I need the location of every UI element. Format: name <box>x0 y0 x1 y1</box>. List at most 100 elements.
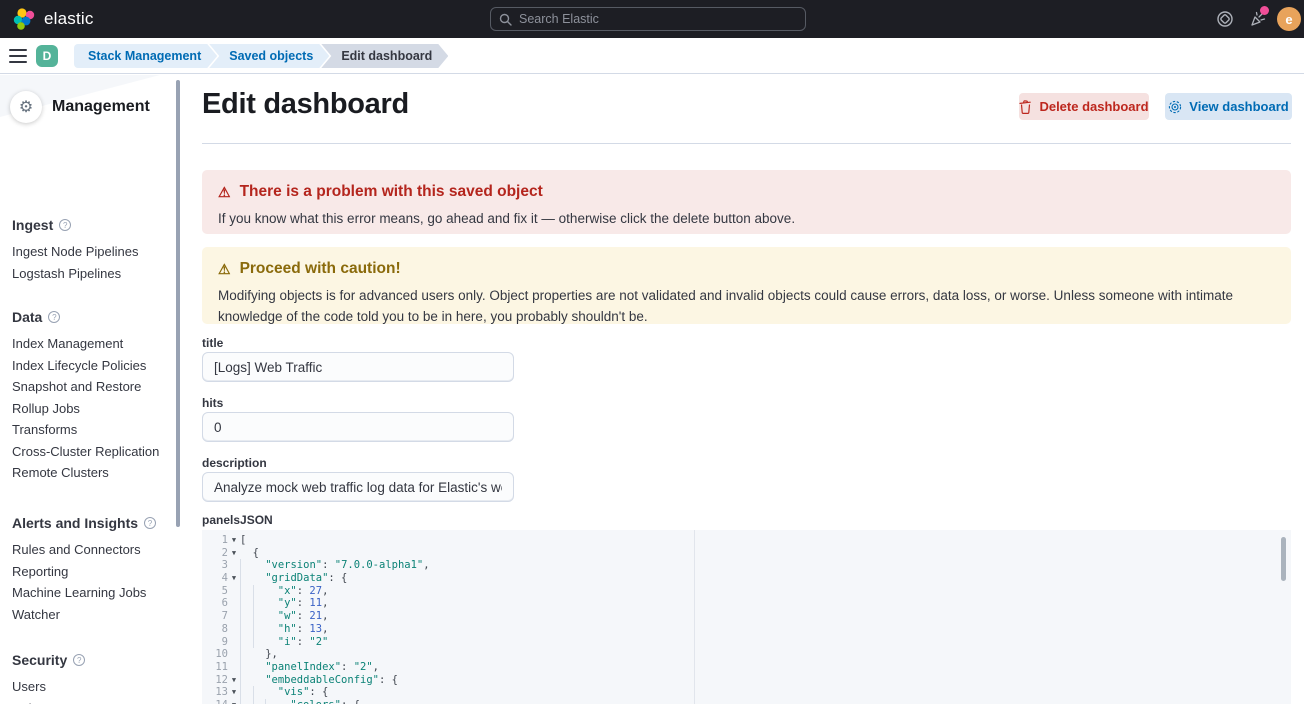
title-field[interactable] <box>202 352 514 382</box>
elastic-logo-icon[interactable] <box>13 8 37 30</box>
fold-arrow-icon[interactable]: ▼ <box>228 534 240 547</box>
sidebar-item-roles[interactable]: Roles <box>12 698 172 704</box>
space-badge[interactable]: D <box>36 45 58 67</box>
fold-gutter <box>228 636 240 649</box>
sidebar-item-remote-clusters[interactable]: Remote Clusters <box>12 462 172 484</box>
menu-hamburger-icon[interactable] <box>9 49 27 63</box>
warning-callout-title: Proceed with caution! <box>240 260 401 278</box>
fold-gutter <box>228 623 240 636</box>
delete-dashboard-label: Delete dashboard <box>1039 99 1148 114</box>
sidebar-item-snapshot-and-restore[interactable]: Snapshot and Restore <box>12 376 172 398</box>
search-placeholder: Search Elastic <box>519 12 599 26</box>
hits-field-label: hits <box>202 396 223 410</box>
help-icon[interactable] <box>1216 10 1234 28</box>
sidebar-section-alerts-and-insights: Alerts and Insights?Rules and Connectors… <box>12 513 172 625</box>
question-circle-icon[interactable]: ? <box>59 219 71 231</box>
line-number: 9 <box>202 636 228 649</box>
sidebar-item-machine-learning-jobs[interactable]: Machine Learning Jobs <box>12 582 172 604</box>
code-line[interactable]: 14▼"colors": { <box>202 699 1291 704</box>
sidebar-item-logstash-pipelines[interactable]: Logstash Pipelines <box>12 263 172 285</box>
description-field-label: description <box>202 456 267 470</box>
view-dashboard-button[interactable]: View dashboard <box>1165 93 1292 120</box>
fold-gutter <box>228 610 240 623</box>
sidebar-section-ingest: Ingest? Ingest Node PipelinesLogstash Pip… <box>12 215 172 284</box>
code-text: "vis": { <box>240 686 1291 699</box>
code-line[interactable]: 2▼{ <box>202 547 1291 560</box>
code-text: "gridData": { <box>240 572 1291 585</box>
title-field-label: title <box>202 336 223 350</box>
line-number: 13 <box>202 686 228 699</box>
code-line[interactable]: 11 "panelIndex": "2", <box>202 661 1291 674</box>
code-line[interactable]: 6"y": 11, <box>202 597 1291 610</box>
sidebar-item-cross-cluster-replication[interactable]: Cross-Cluster Replication <box>12 441 172 463</box>
fold-arrow-icon[interactable]: ▼ <box>228 547 240 560</box>
code-line[interactable]: 10}, <box>202 648 1291 661</box>
sidebar-section-title: Security? <box>12 650 172 670</box>
code-line[interactable]: 4▼"gridData": { <box>202 572 1291 585</box>
code-line[interactable]: 8 "h": 13, <box>202 623 1291 636</box>
sidebar-item-index-management[interactable]: Index Management <box>12 333 172 355</box>
line-number: 8 <box>202 623 228 636</box>
code-line[interactable]: 7"w": 21, <box>202 610 1291 623</box>
warning-icon: ⚠ <box>218 262 231 276</box>
breadcrumb-stack-management[interactable]: Stack Management <box>74 44 217 68</box>
code-line[interactable]: 12▼"embeddableConfig": { <box>202 674 1291 687</box>
user-avatar[interactable]: e <box>1277 7 1301 31</box>
code-text: "embeddableConfig": { <box>240 674 1291 687</box>
panelsjson-field-label: panelsJSON <box>202 513 273 527</box>
management-sidebar: ⚙ Management Ingest?Ingest Node Pipeline… <box>0 75 190 704</box>
page-title: Edit dashboard <box>202 88 409 121</box>
line-number: 11 <box>202 661 228 674</box>
sidebar-item-rollup-jobs[interactable]: Rollup Jobs <box>12 398 172 420</box>
sidebar-item-rules-and-connectors[interactable]: Rules and Connectors <box>12 539 172 561</box>
breadcrumb-saved-objects[interactable]: Saved objects <box>209 44 329 68</box>
sidebar-item-reporting[interactable]: Reporting <box>12 561 172 583</box>
sidebar-title: Management <box>52 98 150 116</box>
sidebar-section-title: Ingest? <box>12 215 172 235</box>
header-divider <box>202 143 1291 144</box>
description-field[interactable] <box>202 472 514 502</box>
search-icon <box>499 13 512 26</box>
error-callout: ⚠ There is a problem with this saved obj… <box>202 170 1291 234</box>
fold-arrow-icon[interactable]: ▼ <box>228 686 240 699</box>
fold-arrow-icon[interactable]: ▼ <box>228 674 240 687</box>
editor-scrollbar[interactable] <box>1281 537 1286 581</box>
fold-arrow-icon[interactable]: ▼ <box>228 699 240 704</box>
code-text: "colors": { <box>240 699 1291 704</box>
fold-gutter <box>228 559 240 572</box>
sidebar-item-watcher[interactable]: Watcher <box>12 604 172 626</box>
view-dashboard-label: View dashboard <box>1189 99 1288 114</box>
app-header: elastic Search Elastic e <box>0 0 1304 38</box>
alert-icon: ⚠ <box>218 185 231 199</box>
fold-gutter <box>228 597 240 610</box>
code-line[interactable]: 5"x": 27, <box>202 585 1291 598</box>
global-search-input[interactable]: Search Elastic <box>490 7 806 31</box>
delete-dashboard-button[interactable]: Delete dashboard <box>1019 93 1149 120</box>
sidebar-item-index-lifecycle-policies[interactable]: Index Lifecycle Policies <box>12 355 172 377</box>
question-circle-icon[interactable]: ? <box>73 654 85 666</box>
sidebar-section-data: Data?Index ManagementIndex Lifecycle Pol… <box>12 307 172 484</box>
code-text: }, <box>240 648 1291 661</box>
sidebar-item-ingest-node-pipelines[interactable]: Ingest Node Pipelines <box>12 241 172 263</box>
code-text: "y": 11, <box>240 597 1291 610</box>
code-line[interactable]: 1▼[ <box>202 534 1291 547</box>
code-text: "h": 13, <box>240 623 1291 636</box>
code-text: "panelIndex": "2", <box>240 661 1291 674</box>
code-text: "i": "2" <box>240 636 1291 649</box>
line-number: 12 <box>202 674 228 687</box>
hits-field[interactable] <box>202 412 514 442</box>
fold-arrow-icon[interactable]: ▼ <box>228 572 240 585</box>
sidebar-item-transforms[interactable]: Transforms <box>12 419 172 441</box>
code-line[interactable]: 3"version": "7.0.0-alpha1", <box>202 559 1291 572</box>
code-line[interactable]: 9 "i": "2" <box>202 636 1291 649</box>
panelsjson-code-editor[interactable]: 1▼[2▼{3"version": "7.0.0-alpha1",4▼"grid… <box>202 530 1291 704</box>
question-circle-icon[interactable]: ? <box>48 311 60 323</box>
code-text: { <box>240 547 1291 560</box>
question-circle-icon[interactable]: ? <box>144 517 156 529</box>
line-number: 3 <box>202 559 228 572</box>
code-line[interactable]: 13▼"vis": { <box>202 686 1291 699</box>
sidebar-item-users[interactable]: Users <box>12 676 172 698</box>
eye-icon <box>1168 100 1182 114</box>
warning-callout: ⚠ Proceed with caution! Modifying object… <box>202 247 1291 324</box>
sidebar-scrollbar[interactable] <box>176 80 180 527</box>
